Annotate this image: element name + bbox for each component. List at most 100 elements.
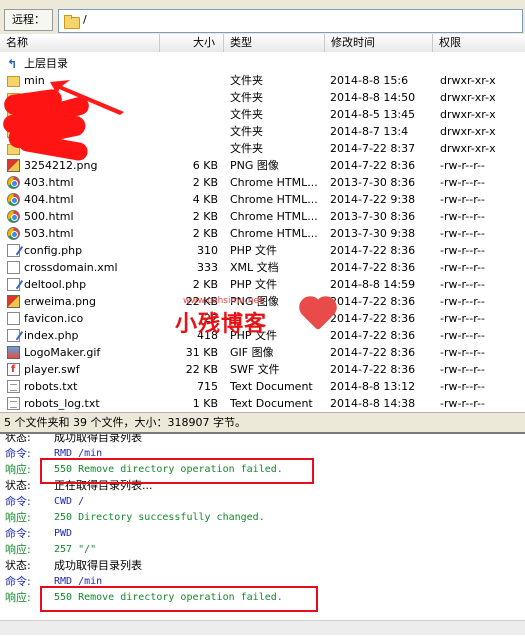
file-modified: 2014-7-22 8:36 bbox=[330, 261, 416, 274]
log-message: 257 "/" bbox=[54, 544, 97, 555]
file-row[interactable]: robots_log.txt 1 KB Text Document 2014-8-8 … bbox=[0, 395, 525, 412]
file-size: 22 KB bbox=[185, 363, 218, 376]
file-permission: -rw-r--r-- bbox=[440, 227, 485, 240]
red-arrow-annotation bbox=[50, 80, 124, 115]
file-row[interactable]: 503.html 2 KB Chrome HTML... 2013-7-30 9:38… bbox=[0, 225, 525, 242]
file-modified: 2014-7-22 8:36 bbox=[330, 295, 416, 308]
file-permission: -rw-r--r-- bbox=[440, 210, 485, 223]
log-kind: 状态: bbox=[5, 432, 31, 444]
file-size: 31 KB bbox=[185, 346, 218, 359]
file-type: Chrome HTML... bbox=[230, 176, 318, 189]
watermark-brand: 小残博客 bbox=[175, 312, 268, 337]
file-permission: -rw-r--r-- bbox=[440, 397, 485, 410]
log-kind: 命令: bbox=[5, 495, 31, 508]
file-row[interactable]: config.php 310 PHP 文件 2014-7-22 8:36 -rw-r--… bbox=[0, 242, 525, 259]
column-type[interactable]: 类型 bbox=[224, 34, 325, 52]
file-row[interactable]: robots.txt 715 Text Document 2014-8-8 13:12… bbox=[0, 378, 525, 395]
file-row[interactable]: ↰ 上层目录 bbox=[0, 55, 525, 72]
file-row[interactable]: 404.html 4 KB Chrome HTML... 2014-7-22 9:38… bbox=[0, 191, 525, 208]
file-modified: 2014-8-5 13:45 bbox=[330, 108, 416, 121]
file-size: 2 KB bbox=[192, 210, 218, 223]
column-modified[interactable]: 修改时间 bbox=[325, 34, 433, 52]
file-row[interactable]: crossdomain.xml 333 XML 文档 2014-7-22 8:36 -r… bbox=[0, 259, 525, 276]
file-type: Chrome HTML... bbox=[230, 227, 318, 240]
file-permission: -rw-r--r-- bbox=[440, 363, 485, 376]
file-list-header: 名称 大小 类型 修改时间 权限 bbox=[0, 34, 525, 53]
file-type: 文件夹 bbox=[230, 74, 263, 87]
file-size: 2 KB bbox=[192, 278, 218, 291]
log-kind: 响应: bbox=[5, 511, 31, 524]
file-size: 333 bbox=[197, 261, 218, 274]
file-type: PNG 图像 bbox=[230, 159, 279, 172]
file-permission: drwxr-xr-x bbox=[440, 74, 496, 87]
remote-path-value: / bbox=[83, 13, 87, 26]
file-size: 2 KB bbox=[192, 176, 218, 189]
file-type: 文件夹 bbox=[230, 91, 263, 104]
file-modified: 2014-8-8 14:50 bbox=[330, 91, 416, 104]
file-modified: 2014-8-8 14:59 bbox=[330, 278, 416, 291]
file-permission: -rw-r--r-- bbox=[440, 159, 485, 172]
file-permission: -rw-r--r-- bbox=[440, 346, 485, 359]
file-permission: drwxr-xr-x bbox=[440, 125, 496, 138]
file-modified: 2013-7-30 9:38 bbox=[330, 227, 416, 240]
remote-label: 远程： bbox=[4, 9, 53, 31]
folder-icon bbox=[64, 15, 80, 29]
file-type: Text Document bbox=[230, 380, 313, 393]
file-row[interactable]: 500.html 2 KB Chrome HTML... 2013-7-30 8:36… bbox=[0, 208, 525, 225]
file-size: 6 KB bbox=[192, 159, 218, 172]
file-size: 4 KB bbox=[192, 193, 218, 206]
file-modified: 2014-7-22 9:38 bbox=[330, 193, 416, 206]
file-modified: 2014-7-22 8:36 bbox=[330, 159, 416, 172]
file-permission: -rw-r--r-- bbox=[440, 295, 485, 308]
watermark: www.cehsimu.net 小残博客 bbox=[175, 296, 335, 346]
column-permission[interactable]: 权限 bbox=[433, 34, 525, 52]
file-modified: 2014-8-7 13:4 bbox=[330, 125, 409, 138]
file-permission: drwxr-xr-x bbox=[440, 108, 496, 121]
file-type: XML 文档 bbox=[230, 261, 279, 274]
file-permission: -rw-r--r-- bbox=[440, 244, 485, 257]
file-row[interactable]: deltool.php 2 KB PHP 文件 2014-8-8 14:59 -rw-r… bbox=[0, 276, 525, 293]
log-kind: 状态: bbox=[5, 559, 31, 572]
file-modified: 2013-7-30 8:36 bbox=[330, 176, 416, 189]
file-row[interactable]: LogoMaker.gif 31 KB GIF 图像 2014-7-22 8:36 -r… bbox=[0, 344, 525, 361]
file-modified: 2014-8-8 15:6 bbox=[330, 74, 409, 87]
log-message: 成功取得目录列表 bbox=[54, 432, 142, 444]
file-type: SWF 文件 bbox=[230, 363, 280, 376]
file-permission: drwxr-xr-x bbox=[440, 91, 496, 104]
file-name: 上层目录 bbox=[24, 57, 68, 70]
file-permission: -rw-r--r-- bbox=[440, 380, 485, 393]
directory-summary-status: 5 个文件夹和 39 个文件，大小：318907 字节。 bbox=[0, 412, 525, 432]
column-name[interactable]: 名称 bbox=[0, 34, 160, 52]
file-row[interactable]: 403.html 2 KB Chrome HTML... 2013-7-30 8:36… bbox=[0, 174, 525, 191]
log-message: CWD / bbox=[54, 496, 85, 507]
file-modified: 2014-8-8 13:12 bbox=[330, 380, 416, 393]
file-type: Chrome HTML... bbox=[230, 210, 318, 223]
file-permission: -rw-r--r-- bbox=[440, 312, 485, 325]
file-modified: 2013-7-30 8:36 bbox=[330, 210, 416, 223]
watermark-site: www.cehsimu.net bbox=[183, 296, 263, 306]
folder-icon bbox=[7, 76, 20, 87]
file-modified: 2014-8-8 14:38 bbox=[330, 397, 416, 410]
log-message: 成功取得目录列表 bbox=[54, 559, 142, 572]
column-size[interactable]: 大小 bbox=[160, 34, 224, 52]
file-type: Text Document bbox=[230, 397, 313, 410]
file-size: 310 bbox=[197, 244, 218, 257]
heart-icon bbox=[302, 299, 334, 331]
remote-path-input[interactable]: / bbox=[58, 9, 523, 33]
file-type: 文件夹 bbox=[230, 142, 263, 155]
file-size: 1 KB bbox=[192, 397, 218, 410]
highlight-box-error bbox=[40, 586, 318, 612]
file-modified: 2014-7-22 8:36 bbox=[330, 312, 416, 325]
file-row[interactable]: player.swf22 KBSWF 文件2014-7-22 8:36-rw-r… bbox=[0, 361, 525, 378]
file-permission: -rw-r--r-- bbox=[440, 278, 485, 291]
file-type: PHP 文件 bbox=[230, 278, 278, 291]
file-modified: 2014-7-22 8:36 bbox=[330, 363, 416, 376]
file-type: PHP 文件 bbox=[230, 244, 278, 257]
file-type: 文件夹 bbox=[230, 125, 263, 138]
file-permission: -rw-r--r-- bbox=[440, 193, 485, 206]
log-message: PWD bbox=[54, 528, 73, 539]
file-permission: -rw-r--r-- bbox=[440, 261, 485, 274]
up-arrow-icon: ↰ bbox=[7, 57, 18, 71]
file-permission: -rw-r--r-- bbox=[440, 176, 485, 189]
log-message: 250 Directory successfully changed. bbox=[54, 512, 265, 523]
